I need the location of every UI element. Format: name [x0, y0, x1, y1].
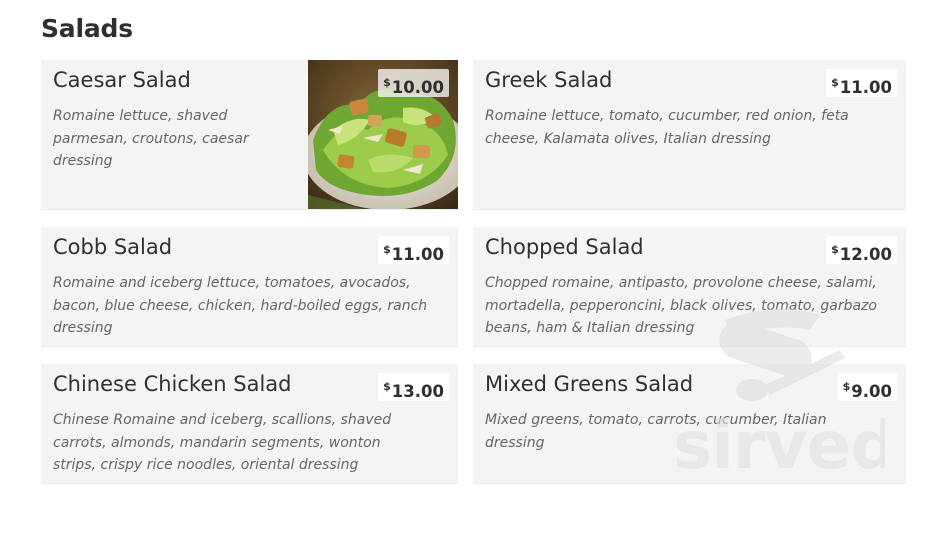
- item-name: Cobb Salad: [53, 235, 173, 259]
- currency-symbol: $: [383, 243, 391, 256]
- item-name: Mixed Greens Salad: [485, 372, 694, 396]
- item-name: Chinese Chicken Salad: [53, 372, 292, 396]
- currency-symbol: $: [383, 76, 391, 89]
- price-amount: 11.00: [839, 78, 892, 97]
- item-price: $11.00: [378, 236, 449, 264]
- item-price: $9.00: [837, 373, 897, 401]
- menu-item-chopped-salad[interactable]: Chopped Salad Chopped romaine, antipasto…: [473, 227, 906, 347]
- item-description: Chopped romaine, antipasto, provolone ch…: [485, 275, 877, 336]
- currency-symbol: $: [383, 380, 391, 393]
- currency-symbol: $: [831, 76, 839, 89]
- item-price: $13.00: [378, 373, 449, 401]
- menu-item-chinese-chicken-salad[interactable]: Chinese Chicken Salad Chinese Romaine an…: [41, 364, 458, 484]
- menu-item-caesar-salad[interactable]: Caesar Salad Romaine lettuce, shaved par…: [41, 60, 458, 210]
- item-description: Mixed greens, tomato, carrots, cucumber,…: [485, 412, 827, 451]
- currency-symbol: $: [831, 243, 839, 256]
- item-description: Romaine lettuce, tomato, cucumber, red o…: [485, 108, 849, 147]
- menu-page: Salads Caesar Salad Romaine lettuce, sha…: [0, 0, 934, 540]
- price-amount: 9.00: [851, 382, 892, 401]
- item-name: Greek Salad: [485, 68, 613, 92]
- item-price: $10.00: [378, 69, 449, 97]
- item-description: Romaine and iceberg lettuce, tomatoes, a…: [53, 275, 428, 336]
- item-price: $12.00: [826, 236, 897, 264]
- price-amount: 10.00: [391, 78, 444, 97]
- item-description: Romaine lettuce, shaved parmesan, crouto…: [53, 108, 249, 169]
- section-title: Salads: [41, 14, 133, 43]
- menu-item-mixed-greens-salad[interactable]: Mixed Greens Salad Mixed greens, tomato,…: [473, 364, 906, 484]
- item-name: Caesar Salad: [53, 68, 191, 92]
- menu-item-cobb-salad[interactable]: Cobb Salad Romaine and iceberg lettuce, …: [41, 227, 458, 347]
- item-description: Chinese Romaine and iceberg, scallions, …: [53, 412, 392, 473]
- price-amount: 11.00: [391, 245, 444, 264]
- item-price: $11.00: [826, 69, 897, 97]
- currency-symbol: $: [842, 380, 851, 393]
- price-amount: 12.00: [839, 245, 892, 264]
- menu-item-greek-salad[interactable]: Greek Salad Romaine lettuce, tomato, cuc…: [473, 60, 906, 210]
- item-name: Chopped Salad: [485, 235, 644, 259]
- price-amount: 13.00: [391, 382, 444, 401]
